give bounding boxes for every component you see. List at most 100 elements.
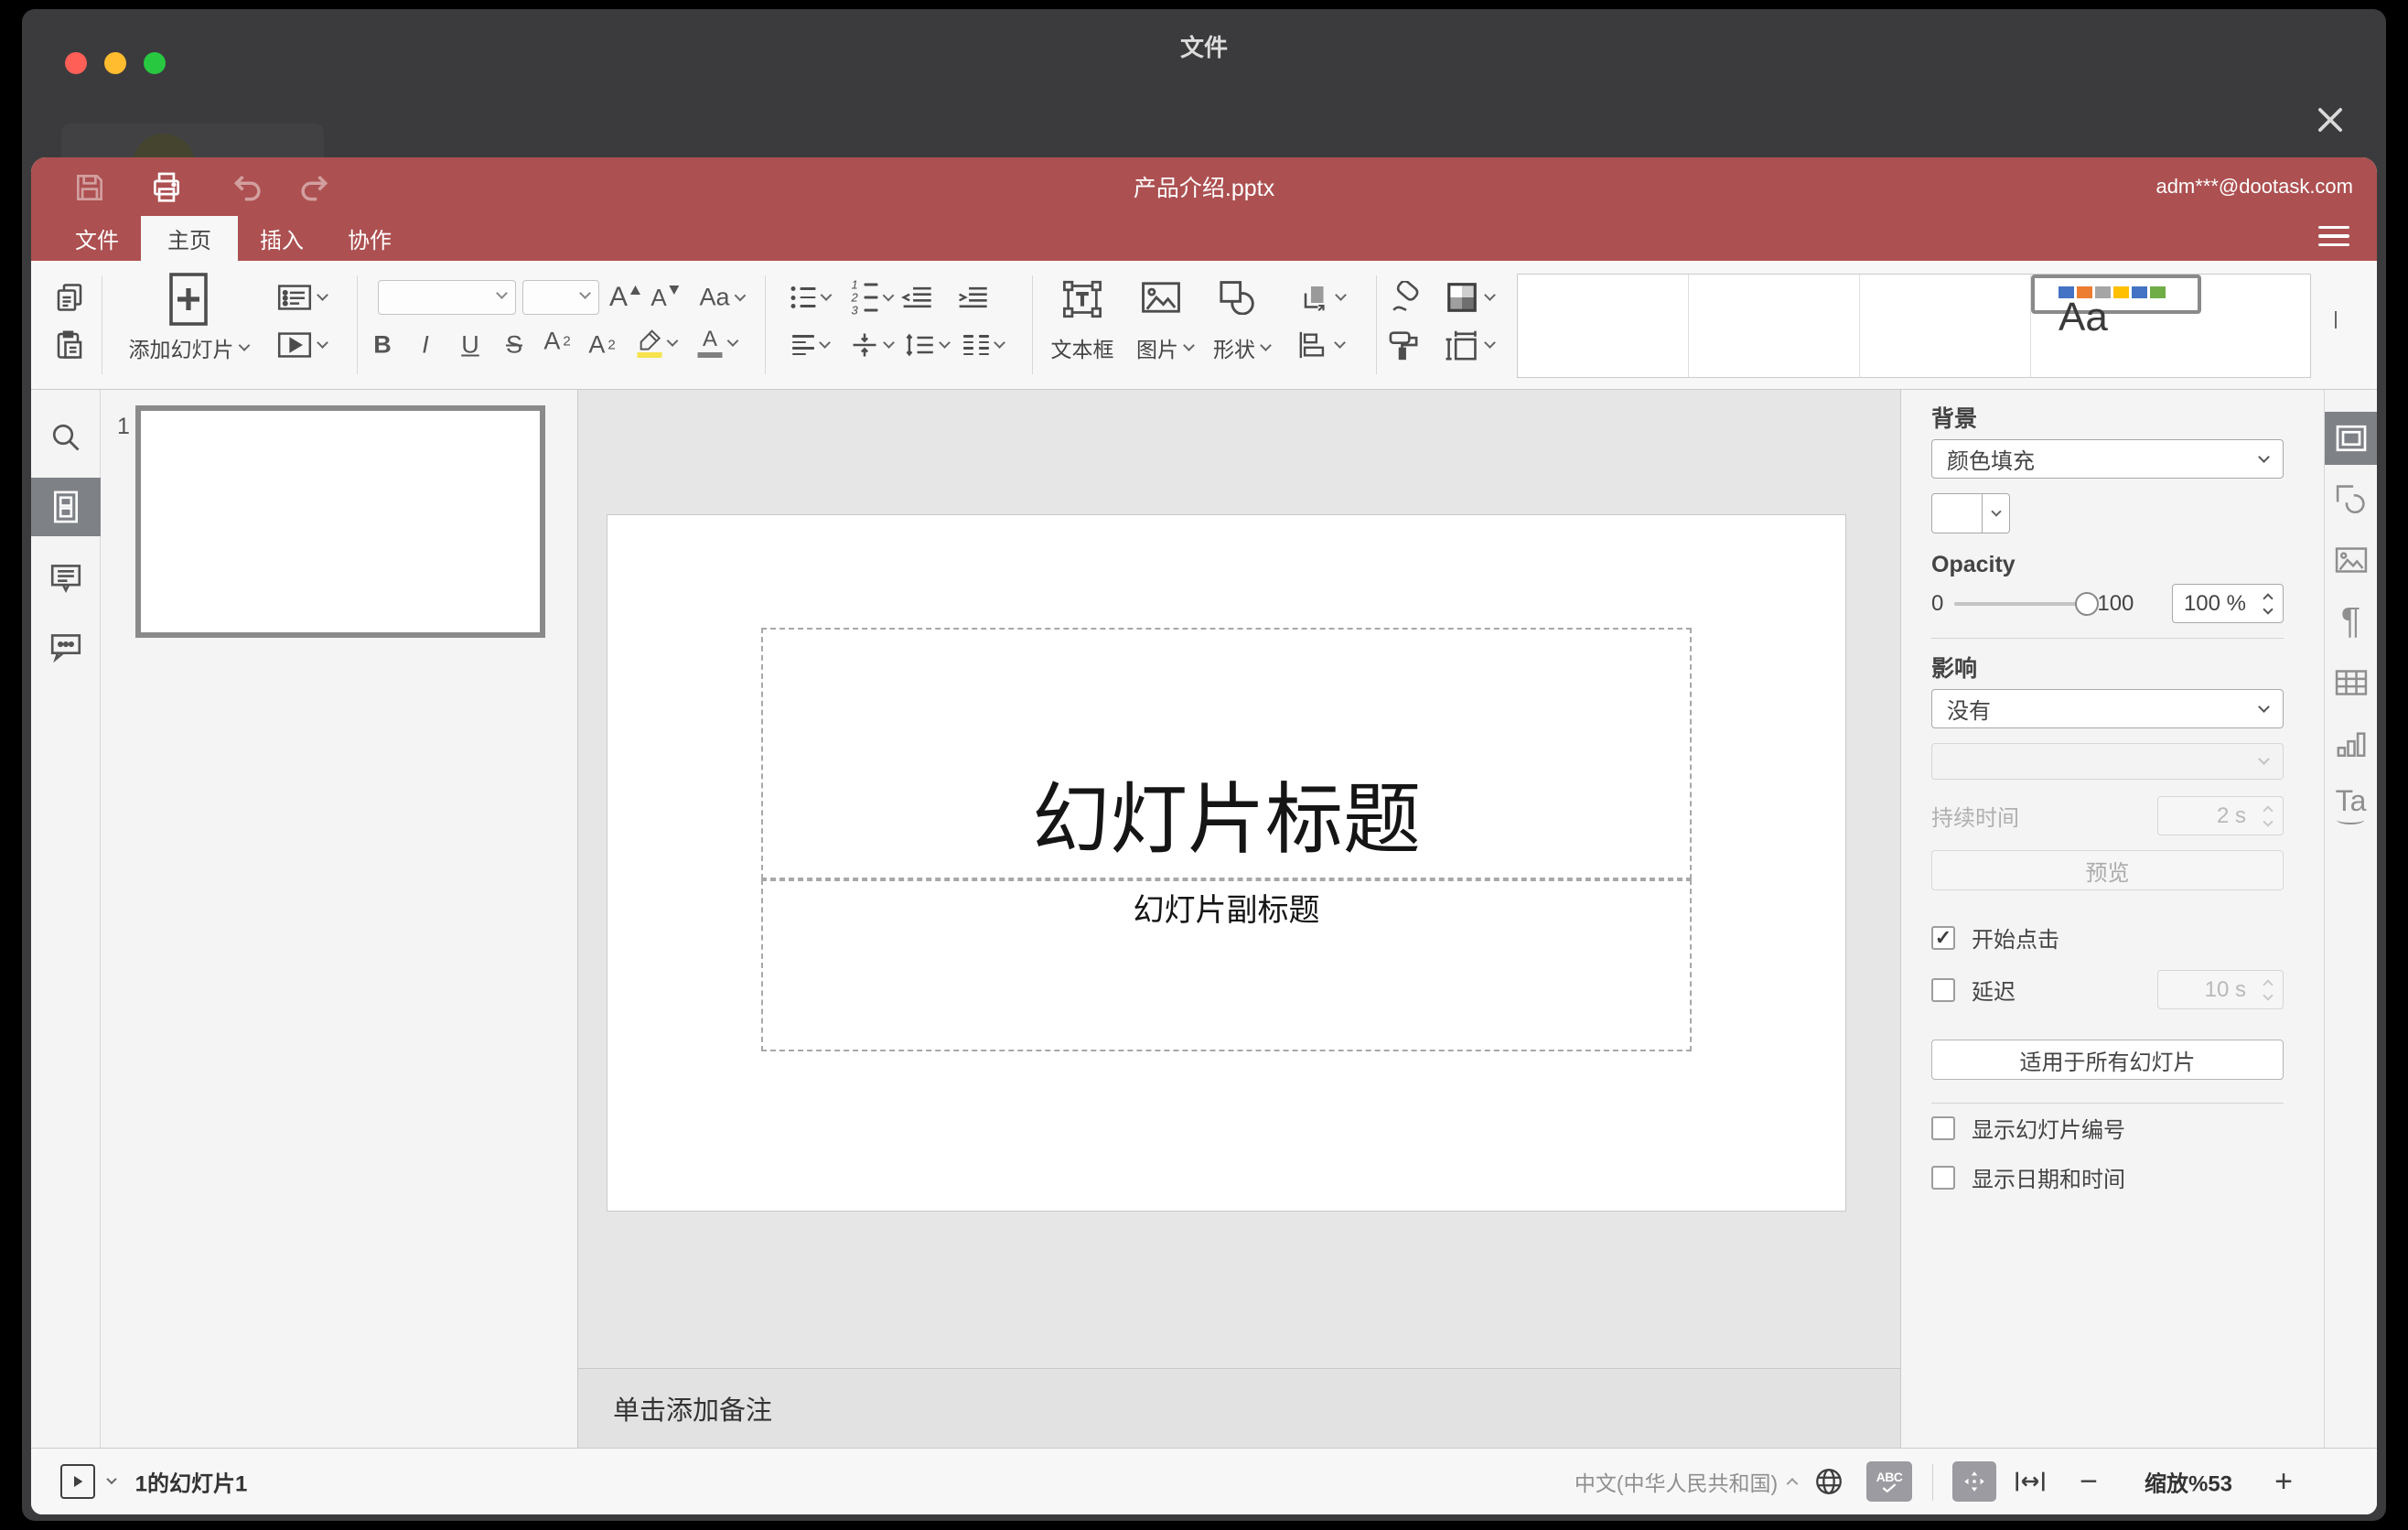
- color-scheme-button[interactable]: [1445, 280, 1496, 315]
- textart-settings-icon[interactable]: Ta: [2336, 786, 2366, 824]
- menu-icon[interactable]: [2318, 221, 2349, 253]
- decrease-font-button[interactable]: A: [650, 286, 680, 309]
- title-placeholder[interactable]: 幻灯片标题: [761, 628, 1692, 879]
- textbox-icon[interactable]: [1060, 278, 1104, 320]
- font-size-combo[interactable]: [522, 280, 599, 315]
- horizontal-align-button[interactable]: [792, 335, 831, 355]
- strikethrough-button[interactable]: S: [506, 332, 522, 358]
- table-settings-icon[interactable]: [2335, 669, 2368, 696]
- tab-file[interactable]: 文件: [53, 216, 141, 261]
- decrease-indent-button[interactable]: [901, 285, 932, 310]
- image-icon[interactable]: [1141, 281, 1181, 314]
- spellcheck-toggle[interactable]: ABC: [1866, 1461, 1912, 1502]
- increase-font-button[interactable]: A: [609, 284, 641, 311]
- document-language-icon[interactable]: [1813, 1466, 1844, 1497]
- bullet-list-button[interactable]: [790, 286, 833, 308]
- start-slideshow-button[interactable]: [277, 331, 328, 359]
- slide-settings-icon[interactable]: [2325, 412, 2377, 465]
- fill-color-picker[interactable]: [1931, 493, 2284, 533]
- slide-title-text: 幻灯片标题: [1031, 777, 1421, 864]
- add-slide-icon[interactable]: [167, 271, 210, 328]
- language-caret-icon[interactable]: [1786, 1475, 1799, 1490]
- toolbar-divider: [1376, 275, 1377, 374]
- theme-option[interactable]: [1860, 275, 2031, 377]
- fit-to-width-button[interactable]: [2015, 1470, 2046, 1493]
- slide-layout-button[interactable]: [277, 284, 328, 311]
- opacity-slider-knob[interactable]: [2075, 591, 2100, 616]
- tab-insert[interactable]: 插入: [238, 216, 326, 261]
- tab-collaboration[interactable]: 协作: [326, 216, 414, 261]
- slideshow-mode-dropdown[interactable]: [106, 1473, 117, 1485]
- duration-input[interactable]: 2 s: [2157, 796, 2284, 835]
- chat-icon[interactable]: [49, 631, 82, 663]
- shape-button[interactable]: 形状: [1213, 332, 1272, 363]
- theme-option[interactable]: [2201, 275, 2310, 377]
- effect-variant-select[interactable]: [1931, 743, 2284, 780]
- italic-button[interactable]: I: [422, 332, 429, 358]
- search-icon[interactable]: [49, 421, 82, 454]
- close-icon[interactable]: [2313, 102, 2348, 137]
- paste-button[interactable]: [53, 329, 86, 361]
- highlight-color-button[interactable]: [637, 329, 679, 358]
- show-date-time-checkbox[interactable]: [1931, 1165, 1955, 1190]
- subscript-button[interactable]: A2: [588, 332, 615, 358]
- superscript-button[interactable]: A2: [543, 329, 570, 354]
- show-slide-number-checkbox[interactable]: [1931, 1115, 1955, 1140]
- image-settings-icon[interactable]: [2335, 546, 2368, 574]
- opacity-row: 0 100 100 %: [1931, 584, 2284, 623]
- shape-settings-icon[interactable]: [2336, 484, 2367, 513]
- preview-button[interactable]: 预览: [1931, 850, 2284, 890]
- vertical-align-button[interactable]: [851, 332, 895, 358]
- start-slideshow-status-button[interactable]: [60, 1464, 95, 1499]
- add-slide-button[interactable]: 添加幻灯片: [129, 332, 251, 363]
- theme-gallery-expand-button[interactable]: [2335, 311, 2337, 329]
- arrange-shape-button[interactable]: [1297, 281, 1347, 314]
- theme-option[interactable]: [1689, 275, 1860, 377]
- slide-thumbnails-panel: 1: [101, 390, 578, 1448]
- slide[interactable]: 幻灯片标题 幻灯片副标题: [607, 514, 1846, 1212]
- notes-placeholder-text: 单击添加备注: [613, 1396, 773, 1426]
- font-color-button[interactable]: A: [697, 329, 739, 358]
- slides-panel-icon[interactable]: [31, 478, 101, 536]
- delay-input[interactable]: 10 s: [2157, 970, 2284, 1009]
- image-button[interactable]: 图片: [1136, 332, 1195, 363]
- textbox-button[interactable]: 文本框: [1051, 332, 1114, 363]
- zoom-out-button[interactable]: −: [2080, 1466, 2098, 1497]
- clear-style-button[interactable]: [1385, 281, 1422, 314]
- fill-type-select[interactable]: 颜色填充: [1931, 439, 2284, 479]
- change-case-button[interactable]: Aa: [699, 285, 747, 310]
- fill-color-dropdown[interactable]: [1983, 493, 2010, 533]
- underline-button[interactable]: U: [461, 332, 479, 358]
- notes-area[interactable]: 单击添加备注: [578, 1368, 1900, 1448]
- theme-option-selected[interactable]: Aa: [2031, 275, 2201, 339]
- slide-size-button[interactable]: [1445, 329, 1496, 361]
- fit-to-slide-toggle[interactable]: [1952, 1461, 1996, 1502]
- shape-icon[interactable]: [1219, 280, 1257, 315]
- slide-canvas[interactable]: 幻灯片标题 幻灯片副标题: [578, 390, 1900, 1368]
- effect-select[interactable]: 没有: [1931, 689, 2284, 728]
- columns-button[interactable]: [963, 335, 1005, 355]
- copy-style-button[interactable]: [1386, 329, 1421, 361]
- highlight-color-swatch: [637, 352, 662, 358]
- zoom-in-button[interactable]: +: [2274, 1466, 2293, 1497]
- bold-button[interactable]: B: [373, 332, 392, 358]
- increase-indent-button[interactable]: [957, 285, 988, 310]
- start-on-click-checkbox[interactable]: ✓: [1931, 925, 1955, 950]
- slide-thumbnail[interactable]: [135, 405, 545, 638]
- align-objects-button[interactable]: [1298, 330, 1346, 360]
- paragraph-settings-icon[interactable]: ¶: [2341, 601, 2360, 642]
- opacity-input[interactable]: 100 %: [2172, 584, 2284, 623]
- line-spacing-button[interactable]: [905, 332, 951, 358]
- subtitle-placeholder[interactable]: 幻灯片副标题: [761, 879, 1692, 1051]
- language-selector[interactable]: 中文(中华人民共和国): [1575, 1466, 1778, 1497]
- theme-option[interactable]: [1518, 275, 1689, 377]
- font-name-combo[interactable]: [378, 280, 516, 315]
- copy-button[interactable]: [53, 281, 86, 314]
- tab-home[interactable]: 主页: [141, 216, 238, 261]
- apply-to-all-slides-button[interactable]: 适用于所有幻灯片: [1931, 1040, 2284, 1080]
- delay-checkbox[interactable]: [1931, 977, 1955, 1002]
- numbered-list-button[interactable]: 1 2 3: [852, 279, 895, 317]
- comments-icon[interactable]: [49, 562, 82, 593]
- opacity-slider[interactable]: [1954, 591, 2100, 616]
- chart-settings-icon[interactable]: [2336, 728, 2367, 760]
